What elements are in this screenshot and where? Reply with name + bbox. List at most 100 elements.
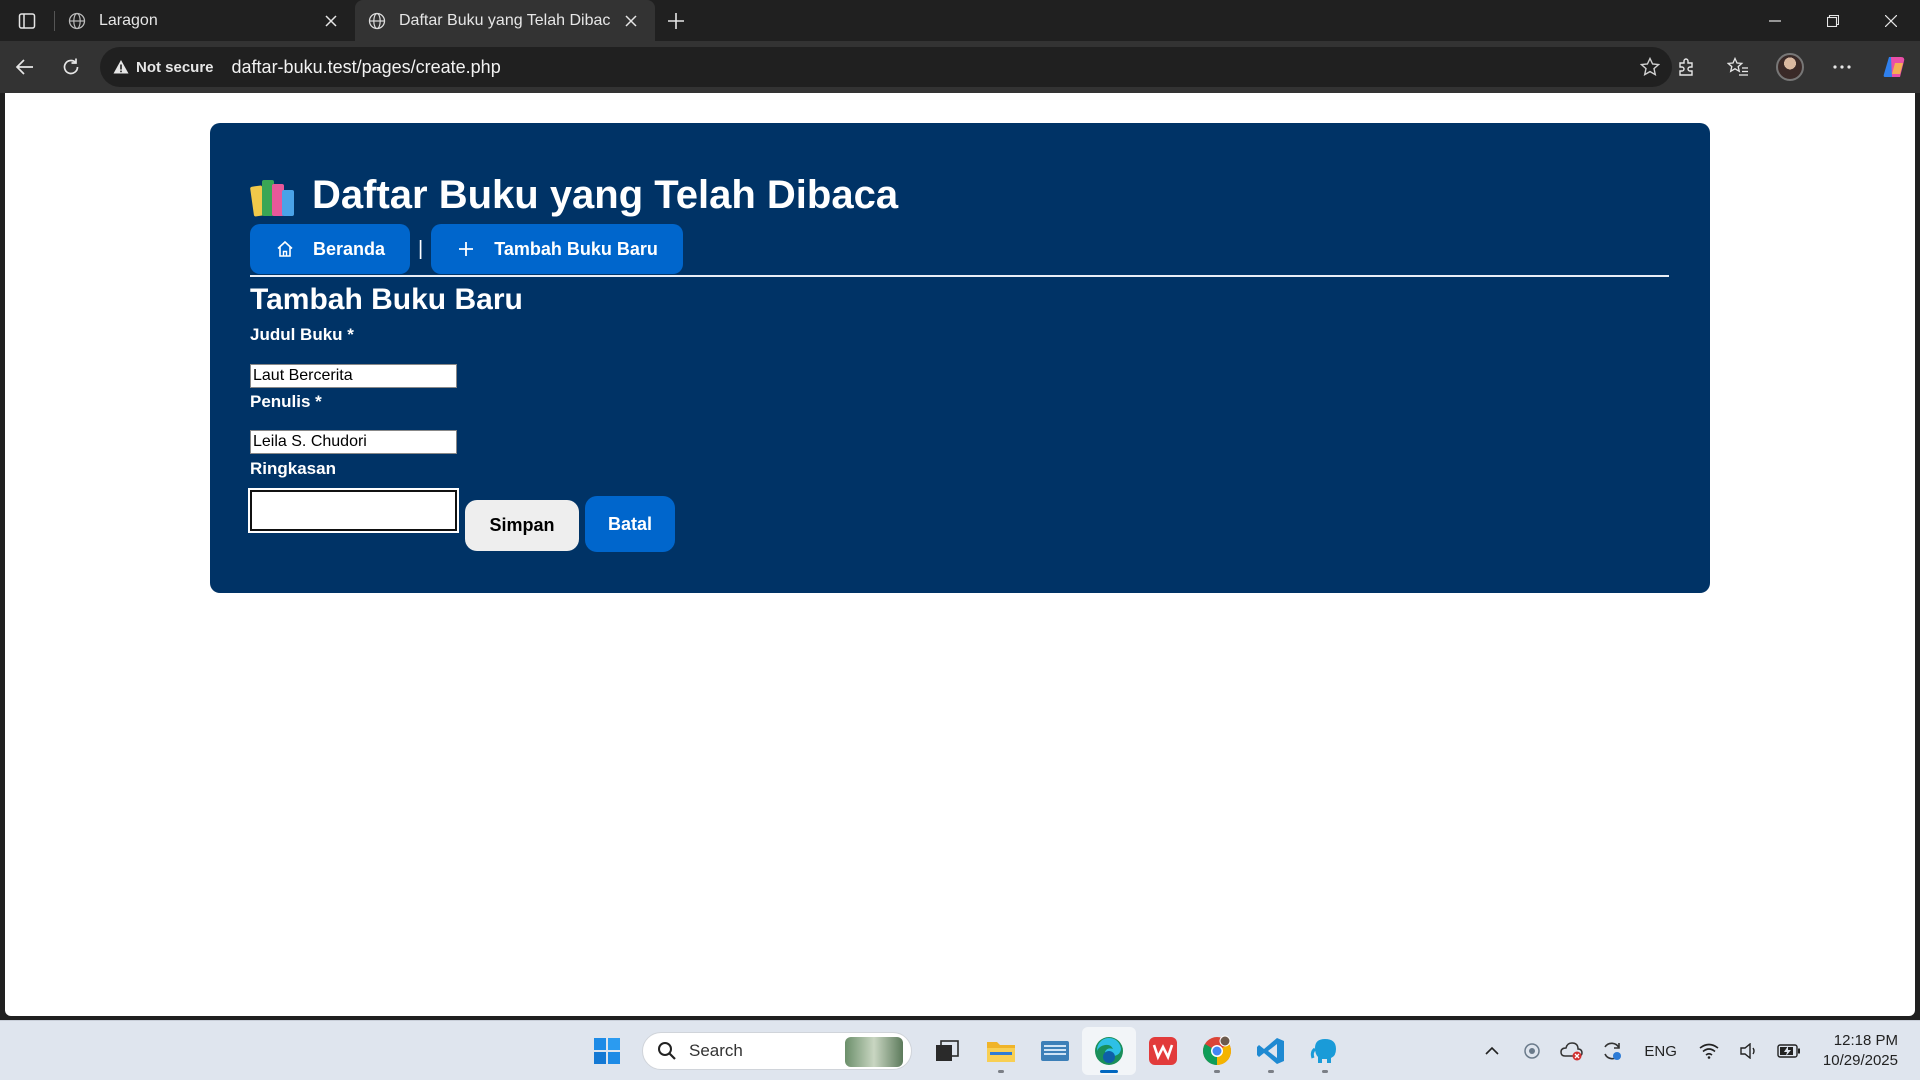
main-card: Daftar Buku yang Telah Dibaca Beranda | … — [210, 123, 1710, 593]
clock[interactable]: 12:18 PM 10/29/2025 — [1809, 1031, 1920, 1071]
back-button[interactable] — [2, 47, 48, 87]
more-menu-button[interactable] — [1816, 47, 1868, 87]
tab-title: Daftar Buku yang Telah Dibaca — [399, 11, 611, 29]
nav-add-book-label: Tambah Buku Baru — [494, 238, 658, 259]
profile-button[interactable] — [1764, 47, 1816, 87]
nav-add-book-button[interactable]: Tambah Buku Baru — [431, 224, 683, 274]
nav-separator: | — [418, 237, 424, 260]
minimize-icon — [1769, 19, 1781, 22]
restore-icon — [1827, 14, 1839, 27]
back-arrow-icon — [15, 59, 33, 75]
clock-time: 12:18 PM — [1833, 1032, 1898, 1049]
search-placeholder: Search — [689, 1041, 743, 1060]
onedrive-status[interactable] — [1552, 1031, 1592, 1071]
security-status[interactable]: Not secure — [136, 59, 214, 76]
url-text[interactable]: daftar-buku.test/pages/create.php — [232, 57, 501, 78]
battery-status[interactable] — [1769, 1031, 1809, 1071]
avatar — [1776, 53, 1804, 81]
taskbar-laragon[interactable] — [1298, 1027, 1352, 1075]
nav-home-label: Beranda — [313, 238, 386, 259]
tray-app-icon[interactable] — [1512, 1031, 1552, 1071]
cancel-button[interactable]: Batal — [585, 496, 675, 552]
laragon-elephant-icon — [1310, 1039, 1336, 1063]
toolbar-right — [1660, 47, 1920, 87]
top-nav: Beranda | Tambah Buku Baru — [250, 224, 683, 274]
summary-textarea[interactable] — [248, 488, 459, 533]
search-icon — [658, 1042, 676, 1060]
cloud-error-icon — [1560, 1042, 1584, 1061]
summary-label: Ringkasan — [250, 459, 336, 478]
favorites-list-icon — [1727, 57, 1748, 76]
globe-icon — [67, 11, 87, 31]
cloud-service-icon — [1524, 1043, 1541, 1059]
close-icon[interactable] — [619, 9, 643, 33]
system-tray: ENG 12:18 PM 10/29/2025 — [1472, 1021, 1920, 1080]
wps-office-icon — [1149, 1037, 1177, 1065]
wifi-icon — [1699, 1043, 1719, 1059]
taskbar: Search ENG 12:18 PM 10/29/2025 — [0, 1020, 1920, 1080]
title-label: Judul Buku * — [250, 325, 354, 344]
clock-date: 10/29/2025 — [1822, 1052, 1898, 1069]
refresh-icon — [63, 58, 79, 75]
page-title-text: Daftar Buku yang Telah Dibaca — [312, 173, 899, 217]
wifi-status[interactable] — [1689, 1031, 1729, 1071]
taskbar-search[interactable]: Search — [642, 1032, 912, 1070]
close-window-button[interactable] — [1862, 0, 1920, 41]
globe-icon — [367, 11, 387, 31]
volume-status[interactable] — [1729, 1031, 1769, 1071]
new-tab-button[interactable] — [655, 0, 697, 41]
copilot-icon — [1883, 57, 1905, 77]
favorites-button[interactable] — [1712, 47, 1764, 87]
task-view-button[interactable] — [920, 1027, 974, 1075]
address-bar[interactable]: Not secure daftar-buku.test/pages/create… — [100, 47, 1672, 87]
language-indicator[interactable]: ENG — [1632, 1043, 1689, 1060]
task-view-icon — [936, 1040, 959, 1061]
tab-actions-button[interactable] — [0, 0, 54, 41]
more-icon — [1833, 65, 1851, 69]
battery-charging-icon — [1777, 1044, 1800, 1058]
active-indicator — [1100, 1070, 1118, 1073]
copilot-button[interactable] — [1868, 47, 1920, 87]
taskbar-keyboard-app[interactable] — [1028, 1027, 1082, 1075]
author-input[interactable] — [250, 430, 457, 454]
running-indicator — [998, 1070, 1004, 1073]
page-viewport: Daftar Buku yang Telah Dibaca Beranda | … — [5, 93, 1915, 1016]
running-indicator — [1214, 1070, 1220, 1073]
tab-title: Laragon — [99, 11, 158, 29]
save-button[interactable]: Simpan — [465, 500, 579, 551]
start-button[interactable] — [580, 1027, 634, 1075]
edge-icon — [1095, 1037, 1123, 1065]
minimize-button[interactable] — [1746, 0, 1804, 41]
search-highlight-image — [845, 1037, 903, 1067]
favorite-star-icon[interactable] — [1638, 55, 1662, 79]
taskbar-chrome[interactable] — [1190, 1027, 1244, 1075]
plus-icon — [456, 239, 476, 259]
window-controls — [1746, 0, 1920, 41]
form-heading: Tambah Buku Baru — [250, 283, 523, 316]
restore-button[interactable] — [1804, 0, 1862, 41]
show-hidden-icons-button[interactable] — [1472, 1031, 1512, 1071]
taskbar-wps-office[interactable] — [1136, 1027, 1190, 1075]
nav-home-button[interactable]: Beranda — [250, 224, 411, 274]
browser-toolbar: Not secure daftar-buku.test/pages/create… — [0, 41, 1920, 93]
close-icon — [1885, 14, 1897, 27]
extensions-button[interactable] — [1660, 47, 1712, 87]
author-label: Penulis * — [250, 392, 322, 411]
running-indicator — [1268, 1070, 1274, 1073]
puzzle-icon — [1679, 58, 1693, 76]
refresh-button[interactable] — [48, 47, 94, 87]
close-icon[interactable] — [319, 9, 343, 33]
taskbar-vscode[interactable] — [1244, 1027, 1298, 1075]
speaker-icon — [1740, 1043, 1755, 1059]
title-input[interactable] — [250, 364, 457, 388]
vscode-icon — [1257, 1038, 1284, 1064]
tab-daftar-buku[interactable]: Daftar Buku yang Telah Dibaca — [355, 0, 655, 41]
keyboard-app-icon — [1041, 1041, 1069, 1061]
books-icon — [249, 174, 298, 218]
tab-laragon[interactable]: Laragon — [55, 0, 355, 41]
taskbar-file-explorer[interactable] — [974, 1027, 1028, 1075]
taskbar-edge[interactable] — [1082, 1027, 1136, 1075]
windows-icon — [594, 1038, 620, 1064]
divider — [250, 275, 1669, 277]
sync-status[interactable] — [1592, 1031, 1632, 1071]
